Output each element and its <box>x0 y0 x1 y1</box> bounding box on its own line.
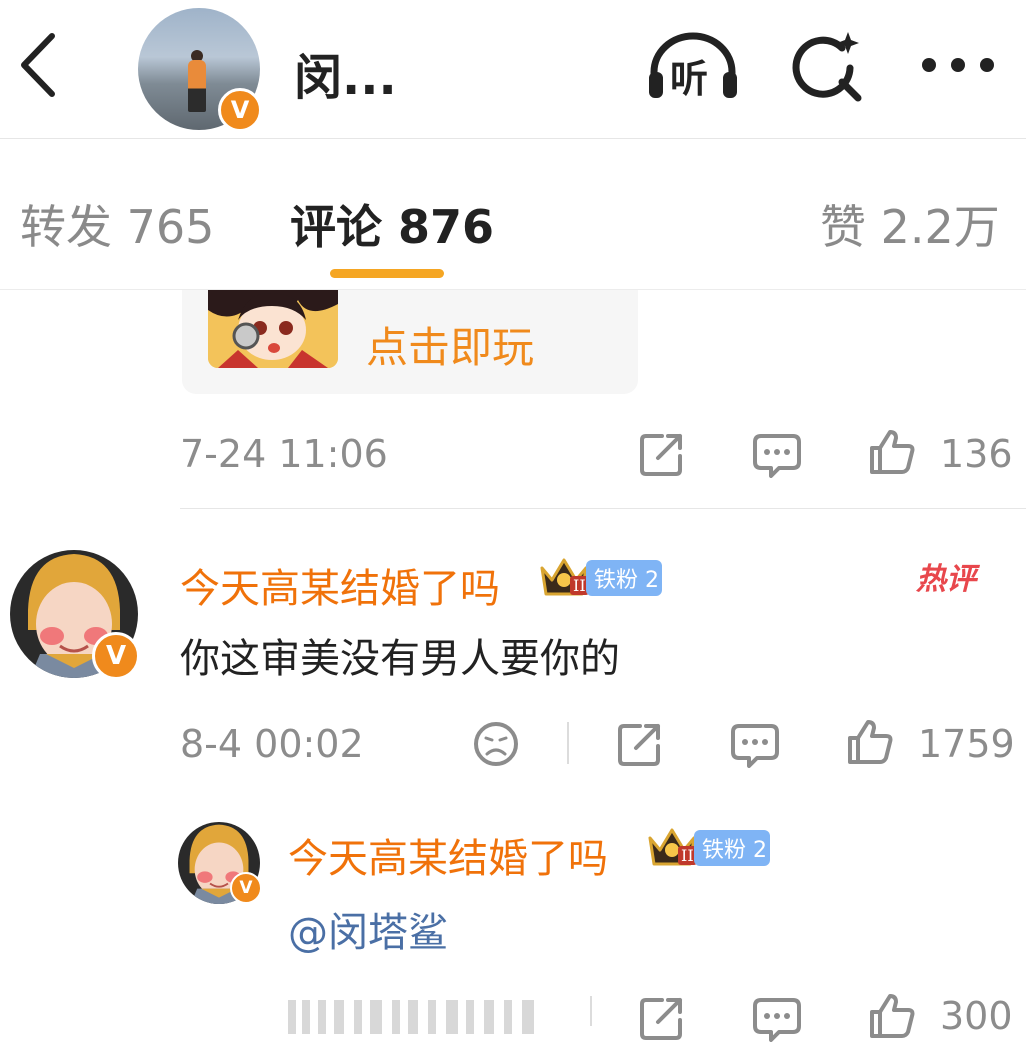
reply-mention[interactable]: @闵塔鲨 <box>288 900 448 958</box>
dislike-face-icon[interactable] <box>472 720 520 768</box>
share-icon[interactable] <box>638 994 686 1042</box>
post-like-count: 136 <box>940 432 1013 476</box>
post-timestamp: 7-24 11:06 <box>180 432 388 476</box>
comment-timestamp: 8-4 00:02 <box>180 722 364 766</box>
game-thumbnail <box>208 290 338 368</box>
fan-badge: 铁粉 2 <box>586 560 662 596</box>
back-icon[interactable] <box>14 30 62 100</box>
tab-reposts[interactable]: 转发 765 <box>20 191 214 257</box>
comment-text: 你这审美没有男人要你的 <box>180 636 620 682</box>
avatar-figure <box>188 60 206 112</box>
action-separator <box>567 722 569 764</box>
tab-bar: 转发 765 评论 876 赞 2.2万 <box>0 139 1026 290</box>
tab-likes[interactable]: 赞 2.2万 <box>820 191 1000 257</box>
game-play-cta[interactable]: 点击即玩 <box>366 314 534 375</box>
comment-icon[interactable] <box>752 994 802 1042</box>
search-icon[interactable] <box>788 28 866 106</box>
author-avatar[interactable]: V <box>138 8 262 132</box>
more-icon[interactable] <box>920 54 996 76</box>
tab-comments[interactable]: 评论 876 <box>290 191 494 257</box>
hot-comment-tag: 热评 <box>916 562 976 597</box>
like-icon[interactable] <box>868 992 916 1040</box>
reply-like-count: 300 <box>940 994 1013 1038</box>
comment-icon[interactable] <box>752 430 802 478</box>
comment-icon[interactable] <box>730 720 780 768</box>
share-icon[interactable] <box>638 430 686 478</box>
page-title: 闵... <box>294 50 397 106</box>
verified-badge-icon: V <box>218 88 262 132</box>
listen-label: 听 <box>670 57 709 101</box>
comment-divider <box>180 508 1026 509</box>
active-tab-indicator <box>330 269 444 278</box>
fan-badge: 铁粉 2 <box>694 830 770 866</box>
reply-username[interactable]: 今天高某结婚了吗 <box>288 826 608 884</box>
like-icon[interactable] <box>846 718 894 766</box>
like-icon[interactable] <box>868 428 916 476</box>
verified-badge-icon: V <box>230 872 262 904</box>
comment-like-count: 1759 <box>918 722 1015 766</box>
action-separator <box>590 996 592 1026</box>
commenter-username[interactable]: 今天高某结婚了吗 <box>180 556 500 614</box>
blurred-timestamp <box>288 1000 534 1034</box>
share-icon[interactable] <box>616 720 664 768</box>
verified-badge-icon: V <box>92 632 140 680</box>
